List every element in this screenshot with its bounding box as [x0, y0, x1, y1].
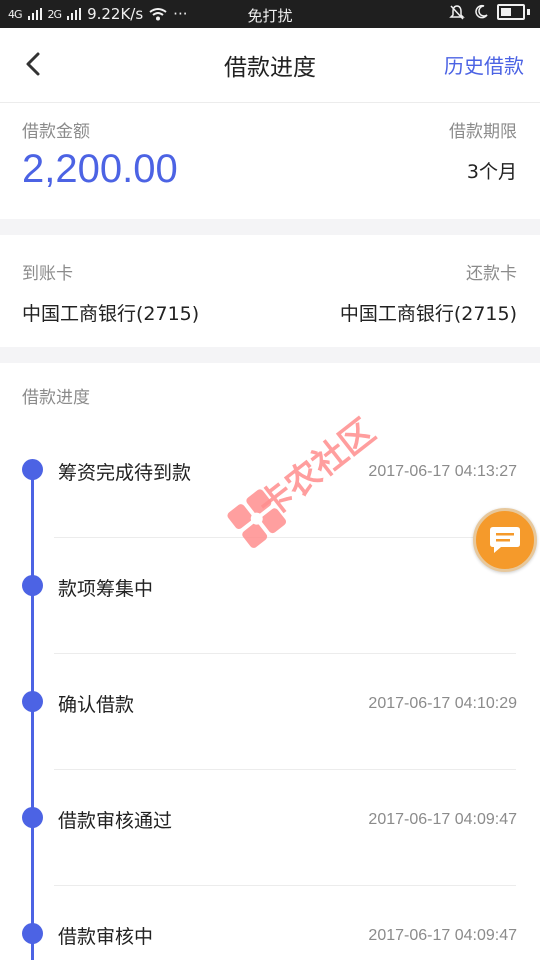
- timeline-dot: [22, 459, 43, 480]
- bank-cards-card: 到账卡 中国工商银行(2715) 还款卡 中国工商银行(2715): [0, 235, 540, 347]
- receive-card-value: 中国工商银行(2715): [22, 303, 200, 325]
- step-time: 2017-06-17 04:13:27: [368, 463, 517, 480]
- battery-icon: [497, 4, 525, 20]
- step-name: 款项筹集中: [58, 578, 154, 600]
- timeline-dot: [22, 691, 43, 712]
- battery-cap: [527, 9, 530, 15]
- term-label: 借款期限: [449, 122, 517, 142]
- loan-summary-card: 借款金额 2,200.00 借款期限 3个月: [0, 103, 540, 219]
- loan-term: 3个月: [466, 161, 517, 183]
- chevron-left-icon: [26, 52, 40, 76]
- history-loans-link[interactable]: 历史借款: [444, 50, 524, 79]
- step-time: 2017-06-17 04:09:47: [368, 927, 517, 944]
- repay-card-value: 中国工商银行(2715): [339, 303, 517, 325]
- step-time: 2017-06-17 04:10:29: [368, 695, 517, 712]
- step-time: 2017-06-17 04:09:47: [368, 811, 517, 828]
- step-name: 借款审核中: [58, 926, 154, 948]
- timeline-dot: [22, 575, 43, 596]
- loan-amount: 2,200.00: [22, 147, 178, 191]
- loan-progress-card: 借款进度 筹资完成待到款 2017-06-17 04:13:27 款项筹集中 确…: [0, 363, 540, 960]
- status-bar: 4G 2G 9.22K/s ··· 免打扰: [0, 0, 540, 28]
- repay-card-label: 还款卡: [466, 264, 517, 284]
- receive-card-label: 到账卡: [22, 264, 73, 284]
- timeline-dot: [22, 807, 43, 828]
- back-button[interactable]: [16, 44, 56, 84]
- step-divider: [54, 885, 516, 886]
- nav-bar: 借款进度 历史借款: [0, 28, 540, 103]
- chat-bubble-icon: [490, 527, 520, 553]
- timeline-dot: [22, 923, 43, 944]
- bell-muted-icon: [449, 5, 465, 20]
- chat-button[interactable]: [473, 508, 537, 572]
- step-name: 借款审核通过: [58, 810, 173, 832]
- step-name: 筹资完成待到款: [58, 462, 192, 484]
- moon-icon: [475, 4, 488, 19]
- step-divider: [54, 653, 516, 654]
- step-divider: [54, 769, 516, 770]
- amount-label: 借款金额: [22, 122, 90, 142]
- timeline-line: [31, 466, 34, 960]
- step-name: 确认借款: [58, 694, 135, 716]
- progress-section-label: 借款进度: [22, 388, 90, 408]
- step-divider: [54, 537, 516, 538]
